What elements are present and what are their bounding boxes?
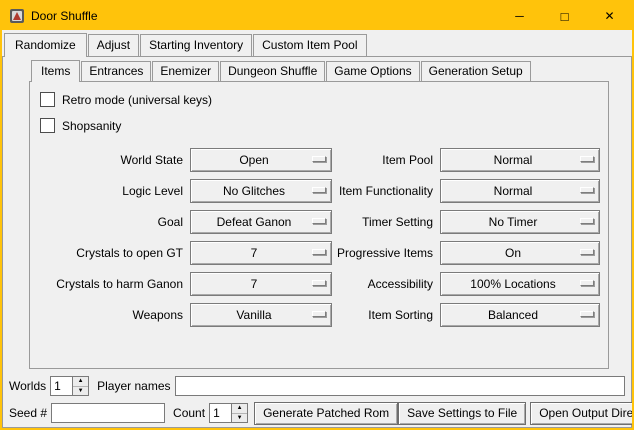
- optionmenu-indicator-icon: [580, 187, 594, 193]
- dropdown-value: Balanced: [488, 308, 552, 322]
- checkbox-icon: [40, 118, 55, 133]
- generate-patched-rom-button[interactable]: Generate Patched Rom: [254, 402, 398, 425]
- label-world-state: World State: [38, 153, 186, 167]
- dropdown-value: 7: [251, 277, 272, 291]
- label-item-functionality: Item Functionality: [336, 184, 436, 198]
- dropdown-weapons[interactable]: Vanilla: [190, 303, 332, 327]
- label-crystals-open-gt: Crystals to open GT: [38, 246, 186, 260]
- tab-items[interactable]: Items: [31, 60, 80, 82]
- close-icon[interactable]: ✕: [587, 2, 632, 30]
- dropdown-item-sorting[interactable]: Balanced: [440, 303, 600, 327]
- label-progressive-items: Progressive Items: [336, 246, 436, 260]
- checkbox-icon: [40, 92, 55, 107]
- label-logic-level: Logic Level: [38, 184, 186, 198]
- spin-down-icon[interactable]: ▼: [73, 387, 88, 396]
- window-title: Door Shuffle: [31, 9, 98, 23]
- tab-randomize[interactable]: Randomize: [4, 33, 87, 57]
- dropdown-value: Normal: [494, 153, 547, 167]
- spinner-arrows: ▲ ▼: [231, 404, 247, 422]
- dropdown-value: Vanilla: [236, 308, 285, 322]
- titlebar[interactable]: Door Shuffle ─ □ ✕: [2, 2, 632, 30]
- spinner-arrows: ▲ ▼: [72, 377, 88, 395]
- app-window: Door Shuffle ─ □ ✕ Randomize Adjust Star…: [0, 0, 634, 430]
- save-settings-button[interactable]: Save Settings to File: [398, 402, 526, 425]
- dropdown-value: Normal: [494, 184, 547, 198]
- options-grid: World State Open Item Pool Normal Logic …: [38, 148, 608, 327]
- optionmenu-indicator-icon: [312, 280, 326, 286]
- dropdown-crystals-open-gt[interactable]: 7: [190, 241, 332, 265]
- optionmenu-indicator-icon: [312, 187, 326, 193]
- checkbox-label: Shopsanity: [62, 119, 121, 133]
- optionmenu-indicator-icon: [580, 280, 594, 286]
- label-goal: Goal: [38, 215, 186, 229]
- optionmenu-indicator-icon: [312, 156, 326, 162]
- tab-adjust[interactable]: Adjust: [88, 34, 139, 56]
- label-item-pool: Item Pool: [336, 153, 436, 167]
- worlds-row: Worlds ▲ ▼ Player names: [9, 375, 625, 397]
- label-item-sorting: Item Sorting: [336, 308, 436, 322]
- seed-row: Seed # Count ▲ ▼ Generate Patched Rom Sa…: [9, 401, 627, 425]
- window-controls: ─ □ ✕: [497, 2, 632, 30]
- label-accessibility: Accessibility: [336, 277, 436, 291]
- dropdown-value: Defeat Ganon: [217, 215, 306, 229]
- dropdown-value: No Timer: [489, 215, 552, 229]
- checkbox-retro-mode[interactable]: Retro mode (universal keys): [40, 91, 608, 108]
- spin-up-icon[interactable]: ▲: [73, 377, 88, 387]
- randomize-pane: Items Entrances Enemizer Dungeon Shuffle…: [2, 56, 632, 428]
- tab-entrances[interactable]: Entrances: [81, 61, 151, 81]
- count-input[interactable]: [210, 404, 231, 422]
- minimize-icon[interactable]: ─: [497, 2, 542, 30]
- dropdown-world-state[interactable]: Open: [190, 148, 332, 172]
- dropdown-item-functionality[interactable]: Normal: [440, 179, 600, 203]
- app-icon: [9, 8, 25, 24]
- worlds-input[interactable]: [51, 377, 72, 395]
- dropdown-value: No Glitches: [223, 184, 299, 198]
- inner-tabbar: Items Entrances Enemizer Dungeon Shuffle…: [29, 59, 609, 81]
- dropdown-logic-level[interactable]: No Glitches: [190, 179, 332, 203]
- label-crystals-harm-ganon: Crystals to harm Ganon: [38, 277, 186, 291]
- player-names-input[interactable]: [175, 376, 626, 396]
- items-pane: Retro mode (universal keys) Shopsanity W…: [29, 81, 609, 369]
- worlds-label: Worlds: [9, 379, 46, 393]
- dropdown-crystals-harm-ganon[interactable]: 7: [190, 272, 332, 296]
- tab-dungeon-shuffle[interactable]: Dungeon Shuffle: [220, 61, 325, 81]
- maximize-icon[interactable]: □: [542, 2, 587, 30]
- optionmenu-indicator-icon: [580, 156, 594, 162]
- tab-generation-setup[interactable]: Generation Setup: [421, 61, 531, 81]
- dropdown-timer-setting[interactable]: No Timer: [440, 210, 600, 234]
- dropdown-value: 7: [251, 246, 272, 260]
- dropdown-progressive-items[interactable]: On: [440, 241, 600, 265]
- seed-input[interactable]: [51, 403, 165, 423]
- dropdown-accessibility[interactable]: 100% Locations: [440, 272, 600, 296]
- inner-notebook: Items Entrances Enemizer Dungeon Shuffle…: [29, 59, 609, 369]
- label-weapons: Weapons: [38, 308, 186, 322]
- open-output-directory-button[interactable]: Open Output Directory: [530, 402, 634, 425]
- player-names-label: Player names: [97, 379, 170, 393]
- label-timer-setting: Timer Setting: [336, 215, 436, 229]
- tab-starting-inventory[interactable]: Starting Inventory: [140, 34, 252, 56]
- dropdown-value: Open: [239, 153, 282, 167]
- tab-enemizer[interactable]: Enemizer: [152, 61, 219, 81]
- optionmenu-indicator-icon: [580, 311, 594, 317]
- count-stepper[interactable]: ▲ ▼: [209, 403, 248, 423]
- spin-up-icon[interactable]: ▲: [232, 404, 247, 414]
- spin-down-icon[interactable]: ▼: [232, 414, 247, 423]
- optionmenu-indicator-icon: [312, 218, 326, 224]
- seed-label: Seed #: [9, 406, 47, 420]
- dropdown-value: 100% Locations: [470, 277, 569, 291]
- optionmenu-indicator-icon: [312, 249, 326, 255]
- tab-custom-item-pool[interactable]: Custom Item Pool: [253, 34, 366, 56]
- tab-game-options[interactable]: Game Options: [326, 61, 419, 81]
- optionmenu-indicator-icon: [312, 311, 326, 317]
- dropdown-goal[interactable]: Defeat Ganon: [190, 210, 332, 234]
- optionmenu-indicator-icon: [580, 218, 594, 224]
- optionmenu-indicator-icon: [580, 249, 594, 255]
- checkbox-shopsanity[interactable]: Shopsanity: [40, 117, 608, 134]
- worlds-stepper[interactable]: ▲ ▼: [50, 376, 89, 396]
- dropdown-item-pool[interactable]: Normal: [440, 148, 600, 172]
- checkbox-label: Retro mode (universal keys): [62, 93, 212, 107]
- main-tabbar: Randomize Adjust Starting Inventory Cust…: [2, 30, 632, 56]
- count-label: Count: [173, 406, 205, 420]
- dropdown-value: On: [505, 246, 535, 260]
